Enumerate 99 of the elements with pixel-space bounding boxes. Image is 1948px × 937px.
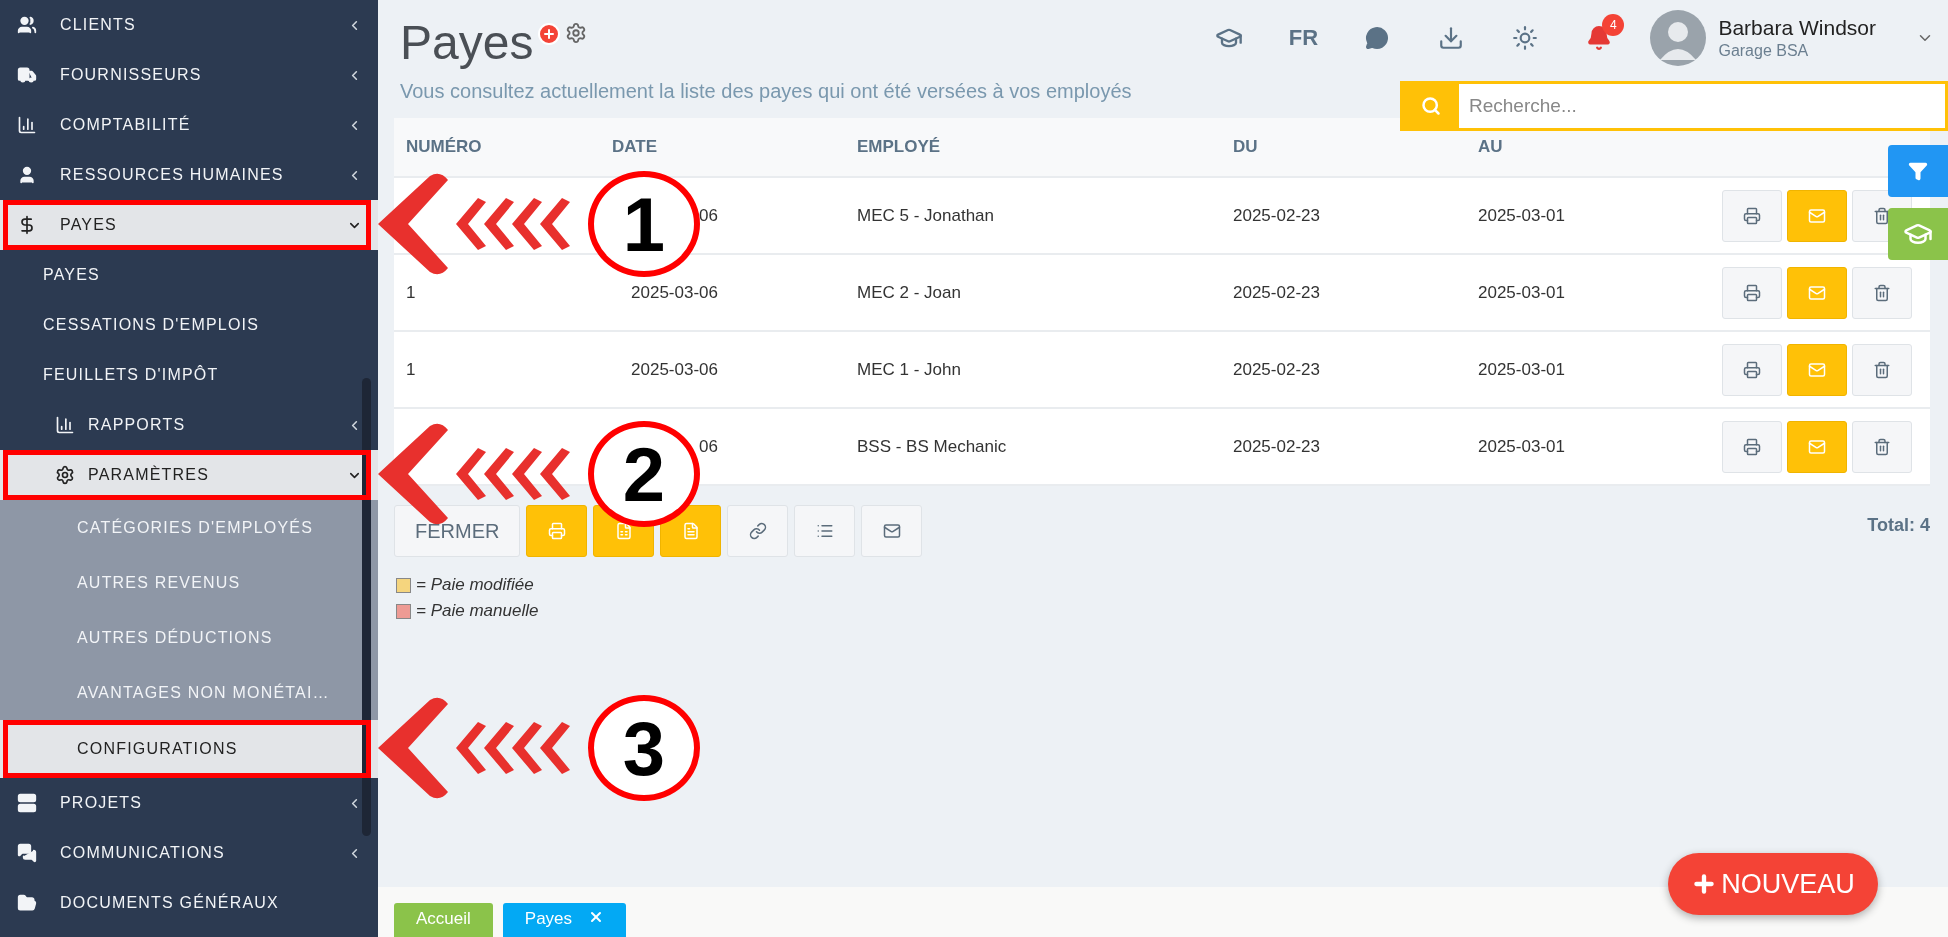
table-cell-text: BSS - BS Mechanic [856,436,1008,457]
gear-icon [55,465,75,485]
chat-icon [1365,26,1390,50]
column-header: DU [1232,137,1259,157]
column-header: AU [1477,137,1504,157]
new-button[interactable]: NOUVEAU [1668,853,1878,915]
sidebar-item[interactable]: DOCUMENTS GÉNÉRAUX [0,878,378,928]
filter-button[interactable] [1888,145,1948,197]
printer-icon [1743,206,1761,225]
sidebar-item[interactable]: PROJETS [0,778,378,828]
table-cell-text: 2025-02-23 [1232,205,1321,226]
document-icon [681,522,700,540]
search-field[interactable]: Recherche... [1400,81,1948,131]
print-button[interactable] [1722,420,1782,473]
truck-icon [17,65,37,85]
printer-icon [1743,437,1761,456]
table-cell-text: 2025-03-01 [1477,205,1566,226]
notification-badge: 4 [1602,14,1625,36]
delete-button[interactable] [1852,343,1912,396]
delete-button[interactable] [1852,266,1912,319]
avatar[interactable] [1650,10,1707,66]
column-header: NUMÉRO [405,137,483,157]
table-cell-text: 2025-02-23 [1232,436,1321,457]
list-button[interactable] [794,505,856,557]
graduation-cap-button[interactable] [1888,208,1948,260]
print-button[interactable] [1722,266,1782,319]
page-subtitle: Vous consultez actuellement la liste des payes qui ont été versées à vos employés [400,80,1133,103]
download-icon [1438,25,1465,51]
legend-label: = Paie modifiée [416,575,534,595]
table-cell-text: MEC 5 - Jonathan [856,205,995,226]
mail-icon [1808,360,1826,379]
email-button[interactable] [1787,189,1847,242]
column-header: EMPLOYÉ [856,137,942,157]
email-button[interactable] [1787,266,1847,319]
link-button[interactable] [727,505,789,557]
column-header: DATE [611,137,658,157]
table-cell-text: 2025-02-23 [1232,359,1321,380]
table-cell-text: 2025-03-01 [1477,359,1566,380]
printer-icon [1743,283,1761,302]
filter-icon [1908,161,1928,181]
gear-icon[interactable] [565,22,588,44]
users-icon [17,15,37,35]
printer-icon [1743,360,1761,379]
add-icon[interactable] [537,22,562,46]
mail-icon [1808,437,1826,456]
email-button[interactable] [1787,343,1847,396]
mail-icon [882,522,901,540]
table-cell-text: 2025-03-01 [1477,436,1566,457]
table-cell-text: 2025-03-06 [630,282,718,303]
sidebar-item[interactable]: FOURNISSEURS [0,50,378,100]
table-cell-text: MEC 1 - John [856,359,962,380]
table-cell-text: 2025-03-01 [1477,282,1566,303]
table-cell-text: 06 [698,205,718,226]
close-button[interactable]: FERMER [394,505,521,557]
scrollbar[interactable] [362,378,371,836]
trash-icon [1873,360,1891,379]
bar-chart-icon [55,415,75,435]
table-cell-text: 2025-02-23 [1232,282,1321,303]
printer-icon [547,522,566,540]
print-button[interactable] [1722,189,1782,242]
link-icon [748,522,767,540]
company-name: Garage BSA [1718,42,1810,60]
bar-chart-icon [17,115,37,135]
table-cell: 1 [406,359,416,379]
server-icon [17,793,37,813]
trash-icon [1873,283,1891,302]
spreadsheet-icon [614,522,633,540]
table-cell-text: MEC 2 - Joan [856,282,962,303]
sidebar-item[interactable]: RAPPORTS [0,400,378,450]
step-number: 3 [588,695,700,801]
table-cell-text: 06 [698,436,718,457]
sidebar-item[interactable]: FEUILLETS D'IMPÔT [0,350,378,400]
mail-button[interactable] [861,505,923,557]
sidebar-item[interactable]: PAYES [0,250,378,300]
chat-icon [17,843,37,863]
printer-button[interactable] [526,505,588,557]
mail-icon [1808,283,1826,302]
trash-icon [1873,437,1891,456]
list-icon [815,522,834,540]
user-icon [17,165,37,185]
sidebar-item[interactable]: CESSATIONS D'EMPLOIS [0,300,378,350]
sidebar-item[interactable]: COMPTABILITÉ [0,100,378,150]
print-button[interactable] [1722,343,1782,396]
page-title: Payes [400,15,534,71]
user-name: Barbara Windsor [1718,16,1876,40]
table-cell: 1 [406,282,416,302]
sidebar-item[interactable]: RESSOURCES HUMAINES [0,150,378,200]
mail-icon [1808,206,1826,225]
legend-label: = Paie manuelle [416,601,539,621]
language-button[interactable]: FR [1266,18,1341,58]
folder-icon [17,893,37,913]
total-count: Total: 4 [1867,515,1930,536]
sun-icon [1512,25,1539,51]
delete-button[interactable] [1852,420,1912,473]
search-icon [1421,96,1441,116]
email-button[interactable] [1787,420,1847,473]
sidebar-item[interactable]: COMMUNICATIONS [0,828,378,878]
sidebar-item[interactable]: CLIENTS [0,0,378,50]
table-cell-text: 2025-03-06 [630,359,718,380]
